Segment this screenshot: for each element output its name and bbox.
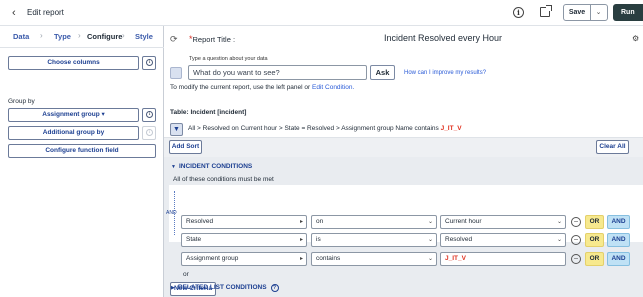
configure-function-field-button[interactable]: Configure function field [8,144,156,158]
additional-group-by-button[interactable]: Additional group by [8,126,139,140]
info-icon: i [146,111,153,118]
top-header: ‹ Edit report i Save ⌄ Run [0,0,643,26]
report-title-value[interactable]: Incident Resolved every Hour [384,33,502,43]
tab-separator-icon: › [40,31,43,40]
table-label: Table: Incident [incident] [170,109,247,116]
report-content: ⟳ *Report Title : Incident Resolved ever… [164,26,643,297]
run-button[interactable]: Run [613,4,643,21]
tab-bar: Data › Type › Configure › Style [0,26,164,48]
choose-columns-button[interactable]: Choose columns [8,56,139,70]
info-icon: i [146,129,153,136]
and-button[interactable]: AND [607,233,630,247]
share-icon[interactable] [540,5,552,17]
condition-operator-select[interactable]: contains ⌄ [311,252,437,266]
chevron-down-icon: ⌄ [427,219,433,225]
or-label: or [183,271,189,278]
chevron-down-icon: ⌄ [556,237,562,243]
page-title: Edit report [27,8,64,17]
and-button[interactable]: AND [607,215,630,229]
caret-down-icon: ▼ [171,164,176,170]
condition-breadcrumb: ▼ All > Resolved on Current hour > State… [167,121,643,137]
tab-configure[interactable]: Configure [87,32,122,41]
chevron-down-icon: ⌄ [427,256,433,262]
edit-condition-link[interactable]: Edit Condition. [312,84,354,91]
clear-all-button[interactable]: Clear All [596,140,629,154]
save-button[interactable]: Save ⌄ [563,4,608,21]
or-button[interactable]: OR [585,252,604,266]
tab-type[interactable]: Type [54,32,71,41]
and-connector-label: AND [166,210,177,216]
modify-hint: To modify the current report, use the le… [170,84,355,91]
caret-right-icon: ▶ [171,285,175,291]
group-by-value: Assignment group [42,111,100,118]
chevron-down-icon: ⌄ [427,237,433,243]
arrow-right-icon: ▸ [299,219,303,225]
group-by-label: Group by [8,98,35,105]
remove-condition-icon[interactable]: − [571,254,581,264]
conditions-area: ▼ INCIDENT CONDITIONS All of these condit… [164,157,643,297]
sort-row: Add Sort Clear All [164,137,643,157]
tab-style[interactable]: Style [135,32,153,41]
ask-button[interactable]: Ask [370,65,395,80]
additional-group-by-info-button[interactable]: i [142,126,156,140]
condition-field-select[interactable]: Resolved ▸ [181,215,307,229]
tab-separator-icon: › [122,31,125,40]
condition-operator-select[interactable]: on ⌄ [311,215,437,229]
tab-data[interactable]: Data [13,32,29,41]
arrow-right-icon: ▸ [299,237,303,243]
condition-value-input[interactable]: J_IT_V [440,252,566,266]
nlq-input[interactable]: What do you want to see? [188,65,367,80]
group-by-dropdown[interactable]: Assignment group ▾ [8,108,139,122]
left-panel: Data › Type › Configure › Style Choose c… [0,26,164,297]
caret-down-icon: ▾ [101,111,105,118]
refresh-icon[interactable]: ⟳ [170,34,178,45]
tab-separator-icon: › [78,31,81,40]
info-icon: i [146,59,153,66]
save-label[interactable]: Save [564,5,591,20]
and-button[interactable]: AND [607,252,630,266]
help-icon: ? [270,284,279,292]
condition-field-select[interactable]: Assignment group ▸ [181,252,307,266]
condition-value-select[interactable]: Current hour ⌄ [440,215,566,229]
chevron-down-icon: ⌄ [556,219,562,225]
group-by-info-button[interactable]: i [142,108,156,122]
add-sort-button[interactable]: Add Sort [169,140,202,154]
back-chevron-icon[interactable]: ‹ [12,7,16,19]
assistant-icon [170,67,182,79]
related-list-conditions-header[interactable]: ▶ RELATED LIST CONDITIONS? [171,284,279,292]
incident-conditions-header[interactable]: ▼ INCIDENT CONDITIONS [171,163,252,170]
remove-condition-icon[interactable]: − [571,235,581,245]
settings-icon[interactable]: ⚙ [632,34,639,43]
must-be-met-label: All of these conditions must be met [173,176,274,183]
condition-operator-select[interactable]: is ⌄ [311,233,437,247]
arrow-right-icon: ▸ [299,256,303,262]
or-button[interactable]: OR [585,233,604,247]
or-button[interactable]: OR [585,215,604,229]
breadcrumb-emphasis: J_IT_V [440,125,462,132]
choose-columns-info-button[interactable]: i [142,56,156,70]
info-icon[interactable]: i [513,7,524,18]
report-title-label: *Report Title : [189,34,236,44]
improve-results-link[interactable]: How can I improve my results? [404,70,486,76]
remove-condition-icon[interactable]: − [571,217,581,227]
nlq-hint: Type a question about your data [189,56,268,62]
breadcrumb[interactable]: All > Resolved on Current hour > State =… [188,125,462,132]
condition-field-select[interactable]: State ▸ [181,233,307,247]
chevron-down-icon[interactable]: ⌄ [590,5,607,20]
condition-value-select[interactable]: Resolved ⌄ [440,233,566,247]
filter-icon[interactable]: ▼ [170,123,183,136]
